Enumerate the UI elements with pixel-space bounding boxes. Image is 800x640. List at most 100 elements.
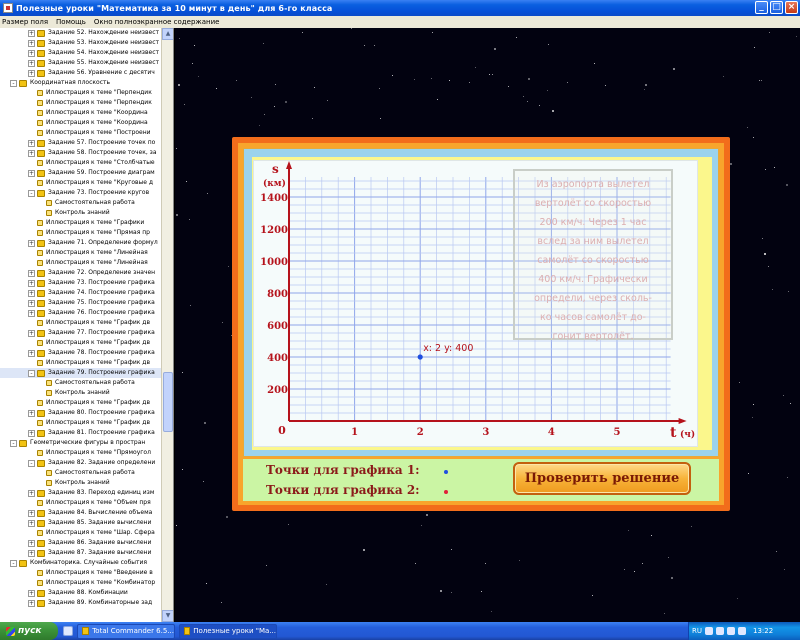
menu-item-fullscreen[interactable]: Окно полноэкранное содержание xyxy=(94,18,220,26)
expand-icon[interactable]: + xyxy=(28,489,35,497)
expand-icon[interactable]: + xyxy=(28,269,35,277)
tree-item[interactable]: + Задание 57. Построение точек по xyxy=(0,138,162,148)
collapse-icon[interactable]: - xyxy=(10,439,17,447)
expand-icon[interactable]: + xyxy=(28,59,35,67)
tree-item[interactable]: Иллюстрация к теме "Круговые д xyxy=(0,178,162,188)
expand-icon[interactable]: + xyxy=(28,149,35,157)
scroll-up-arrow-icon[interactable]: ▲ xyxy=(162,28,173,40)
close-button[interactable]: × xyxy=(785,1,798,14)
tree-item[interactable]: - Комбинаторика. Случайные события xyxy=(0,558,162,568)
minimize-button[interactable]: _ xyxy=(755,1,768,14)
expand-icon[interactable]: + xyxy=(28,139,35,147)
expand-icon[interactable]: + xyxy=(28,429,35,437)
tree-item[interactable]: Иллюстрация к теме "Линейная xyxy=(0,248,162,258)
tree-item[interactable]: - Задание 73. Построение кругов xyxy=(0,188,162,198)
tree-item[interactable]: Иллюстрация к теме "Координа xyxy=(0,118,162,128)
tree-item[interactable]: + Задание 75. Построение графика xyxy=(0,298,162,308)
expand-icon[interactable]: + xyxy=(28,519,35,527)
tree-item[interactable]: + Задание 55. Нахождение неизвест xyxy=(0,58,162,68)
expand-icon[interactable]: + xyxy=(28,289,35,297)
tree-item[interactable]: Самостоятельная работа xyxy=(0,378,162,388)
tree-item[interactable]: + Задание 72. Определение значен xyxy=(0,268,162,278)
tree-item[interactable]: + Задание 54. Нахождение неизвест xyxy=(0,48,162,58)
expand-icon[interactable]: + xyxy=(28,549,35,557)
expand-icon[interactable]: + xyxy=(28,409,35,417)
tree-item[interactable]: + Задание 74. Построение графика xyxy=(0,288,162,298)
tray-security-icon[interactable] xyxy=(727,627,735,635)
taskbar-item-total-commander[interactable]: Total Commander 6.5... xyxy=(77,623,175,639)
tree-item[interactable]: + Задание 84. Вычисление объема xyxy=(0,508,162,518)
expand-icon[interactable]: + xyxy=(28,169,35,177)
tree-item[interactable]: Контроль знаний xyxy=(0,388,162,398)
tree-item[interactable]: - Задание 82. Задание определени xyxy=(0,458,162,468)
quick-launch-icon[interactable] xyxy=(63,626,73,636)
tree-item[interactable]: Иллюстрация к теме "Графики xyxy=(0,218,162,228)
expand-icon[interactable]: + xyxy=(28,49,35,57)
tree-item[interactable]: Иллюстрация к теме "Прямая пр xyxy=(0,228,162,238)
scroll-thumb[interactable] xyxy=(163,372,173,432)
maximize-button[interactable]: □ xyxy=(770,1,783,14)
tree-item[interactable]: Контроль знаний xyxy=(0,208,162,218)
tree-item[interactable]: + Задание 77. Построение графика xyxy=(0,328,162,338)
tree-item[interactable]: + Задание 59. Построение диаграм xyxy=(0,168,162,178)
check-solution-button[interactable]: Проверить решение xyxy=(513,462,691,495)
tree-item[interactable]: + Задание 86. Задание вычислени xyxy=(0,538,162,548)
collapse-icon[interactable]: - xyxy=(28,189,35,197)
expand-icon[interactable]: + xyxy=(28,29,35,37)
tree-item[interactable]: + Задание 89. Комбинаторные зад xyxy=(0,598,162,608)
menu-item-help[interactable]: Помощь xyxy=(56,18,86,26)
tree-item[interactable]: + Задание 56. Уравнение с десятич xyxy=(0,68,162,78)
tree-item[interactable]: Иллюстрация к теме "Линейная xyxy=(0,258,162,268)
tree-item[interactable]: + Задание 85. Задание вычислени xyxy=(0,518,162,528)
tree-item[interactable]: Иллюстрация к теме "График дв xyxy=(0,338,162,348)
tree-item[interactable]: + Задание 53. Нахождение неизвест xyxy=(0,38,162,48)
tree-item[interactable]: Иллюстрация к теме "Перпендик xyxy=(0,88,162,98)
tree-item[interactable]: + Задание 87. Задание вычислени xyxy=(0,548,162,558)
expand-icon[interactable]: + xyxy=(28,329,35,337)
tree-item[interactable]: - Координатная плоскость xyxy=(0,78,162,88)
tree-item[interactable]: Иллюстрация к теме "Комбинатор xyxy=(0,578,162,588)
tree-item[interactable]: Самостоятельная работа xyxy=(0,198,162,208)
tray-volume-icon[interactable] xyxy=(716,627,724,635)
tree-item[interactable]: + Задание 80. Построение графика xyxy=(0,408,162,418)
tree-item[interactable]: + Задание 76. Построение графика xyxy=(0,308,162,318)
expand-icon[interactable]: + xyxy=(28,509,35,517)
scroll-down-arrow-icon[interactable]: ▼ xyxy=(162,610,173,622)
tree-item[interactable]: Иллюстрация к теме "Введение в xyxy=(0,568,162,578)
tree-item[interactable]: + Задание 71. Определение формул xyxy=(0,238,162,248)
tree-item[interactable]: Иллюстрация к теме "Перпендик xyxy=(0,98,162,108)
tree-item[interactable]: + Задание 73. Построение графика xyxy=(0,278,162,288)
tree-item[interactable]: Иллюстрация к теме "Построени xyxy=(0,128,162,138)
tree-item[interactable]: Иллюстрация к теме "Объем пря xyxy=(0,498,162,508)
tree-item[interactable]: Иллюстрация к теме "График дв xyxy=(0,358,162,368)
tray-network-icon[interactable] xyxy=(705,627,713,635)
tree-item[interactable]: + Задание 78. Построение графика xyxy=(0,348,162,358)
tree-item[interactable]: + Задание 83. Переход единиц изм xyxy=(0,488,162,498)
menu-item-field-size[interactable]: Размер поля xyxy=(2,18,48,26)
expand-icon[interactable]: + xyxy=(28,599,35,607)
expand-icon[interactable]: + xyxy=(28,39,35,47)
expand-icon[interactable]: + xyxy=(28,309,35,317)
tree-item[interactable]: + Задание 88. Комбинации xyxy=(0,588,162,598)
expand-icon[interactable]: + xyxy=(28,299,35,307)
expand-icon[interactable]: + xyxy=(28,279,35,287)
tree-item[interactable]: Иллюстрация к теме "Столбчатые xyxy=(0,158,162,168)
tree-item[interactable]: Контроль знаний xyxy=(0,478,162,488)
tree-item[interactable]: Иллюстрация к теме "Прямоугол xyxy=(0,448,162,458)
tree-item[interactable]: Иллюстрация к теме "График дв xyxy=(0,398,162,408)
tree-item[interactable]: + Задание 81. Построение графика xyxy=(0,428,162,438)
expand-icon[interactable]: + xyxy=(28,69,35,77)
tree-item[interactable]: Самостоятельная работа xyxy=(0,468,162,478)
tree-item[interactable]: Иллюстрация к теме "График дв xyxy=(0,318,162,328)
tray-app-icon[interactable] xyxy=(738,627,746,635)
expand-icon[interactable]: + xyxy=(28,239,35,247)
tree-scrollbar[interactable]: ▲ ▼ xyxy=(161,28,173,622)
expand-icon[interactable]: + xyxy=(28,539,35,547)
collapse-icon[interactable]: - xyxy=(10,559,17,567)
collapse-icon[interactable]: - xyxy=(10,79,17,87)
expand-icon[interactable]: + xyxy=(28,349,35,357)
taskbar-item-lessons[interactable]: Полезные уроки "Ма... xyxy=(179,623,277,639)
tree-item[interactable]: Иллюстрация к теме "График дв xyxy=(0,418,162,428)
start-button[interactable]: пуск xyxy=(0,622,58,640)
collapse-icon[interactable]: - xyxy=(28,459,35,467)
